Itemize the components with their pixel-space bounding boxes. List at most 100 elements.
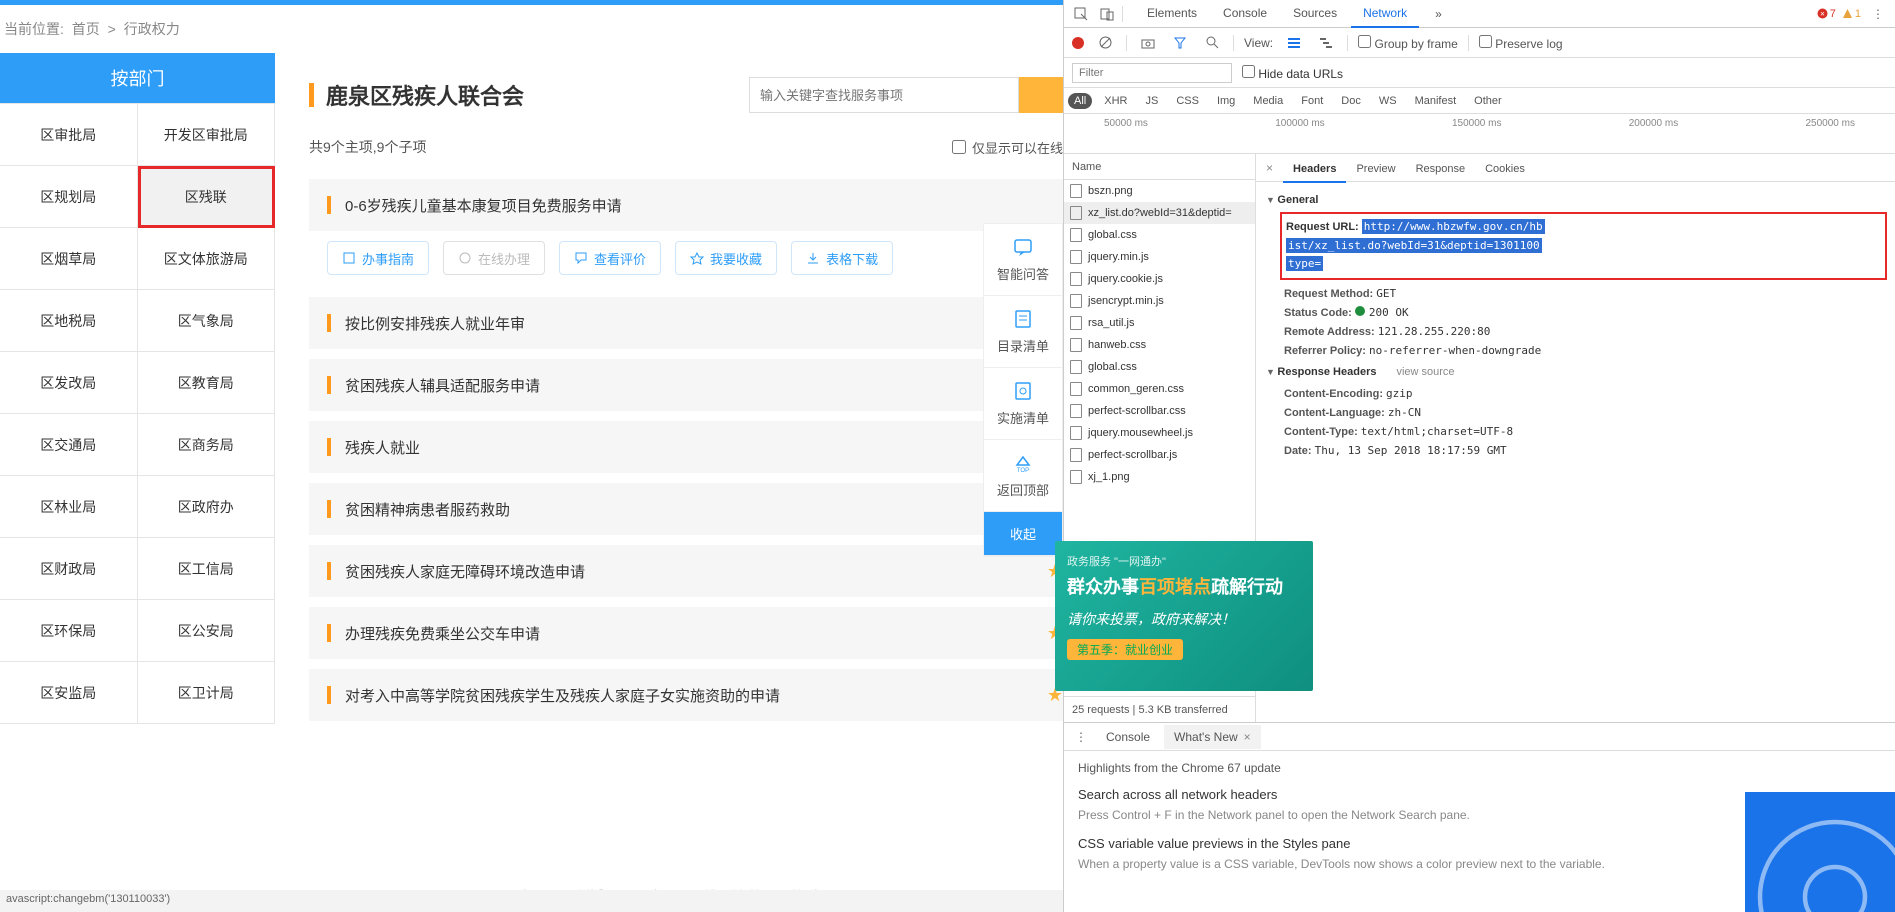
filter-type-all[interactable]: All: [1068, 93, 1092, 109]
response-headers-section[interactable]: Response Headersview source: [1266, 360, 1885, 384]
filter-icon[interactable]: [1169, 32, 1191, 54]
dept-cell[interactable]: 区卫计局: [138, 662, 276, 724]
float-ssqd[interactable]: 实施清单: [984, 368, 1062, 440]
only-online-checkbox[interactable]: [952, 140, 966, 154]
dept-cell[interactable]: 区残联: [138, 166, 276, 228]
dept-cell[interactable]: 区政府办: [138, 476, 276, 538]
devtools-tab-console[interactable]: Console: [1211, 0, 1279, 28]
dept-cell[interactable]: 区安监局: [0, 662, 138, 724]
device-icon[interactable]: [1096, 3, 1118, 25]
detail-tab-preview[interactable]: Preview: [1346, 157, 1405, 181]
general-section[interactable]: General: [1266, 188, 1885, 212]
filter-type-xhr[interactable]: XHR: [1098, 93, 1133, 109]
breadcrumb-home[interactable]: 首页: [72, 21, 100, 37]
service-item[interactable]: 按比例安排残疾人就业年审: [309, 297, 1063, 349]
filter-type-media[interactable]: Media: [1247, 93, 1289, 109]
dept-cell[interactable]: 区教育局: [138, 352, 276, 414]
search-button[interactable]: [1019, 77, 1063, 113]
filter-type-css[interactable]: CSS: [1170, 93, 1205, 109]
filter-type-ws[interactable]: WS: [1373, 93, 1403, 109]
bgxz-button[interactable]: 表格下载: [791, 241, 893, 275]
request-row[interactable]: rsa_util.js: [1064, 312, 1255, 334]
filter-type-other[interactable]: Other: [1468, 93, 1508, 109]
close-detail-icon[interactable]: ×: [1260, 161, 1279, 175]
ckpj-button[interactable]: 查看评价: [559, 241, 661, 275]
dept-cell[interactable]: 区环保局: [0, 600, 138, 662]
devtools-more-tabs[interactable]: »: [1423, 1, 1454, 27]
dept-cell[interactable]: 区财政局: [0, 538, 138, 600]
record-icon[interactable]: [1072, 37, 1084, 49]
detail-tab-headers[interactable]: Headers: [1283, 157, 1346, 183]
request-row[interactable]: perfect-scrollbar.css: [1064, 400, 1255, 422]
detail-tab-cookies[interactable]: Cookies: [1475, 157, 1535, 181]
view-source-link[interactable]: view source: [1396, 366, 1454, 378]
request-row[interactable]: xz_list.do?webId=31&deptid=: [1064, 202, 1255, 224]
devtools-tab-elements[interactable]: Elements: [1135, 0, 1209, 28]
search-icon[interactable]: [1201, 32, 1223, 54]
camera-icon[interactable]: [1137, 32, 1159, 54]
dept-cell[interactable]: 区规划局: [0, 166, 138, 228]
service-item[interactable]: 贫困精神病患者服药救助: [309, 483, 1063, 535]
dept-cell[interactable]: 区审批局: [0, 104, 138, 166]
view-waterfall-icon[interactable]: [1315, 32, 1337, 54]
float-znwd[interactable]: 智能问答: [984, 224, 1062, 296]
request-row[interactable]: common_geren.css: [1064, 378, 1255, 400]
devtools-menu-icon[interactable]: ⋮: [1867, 3, 1889, 25]
reqlist-header-name[interactable]: Name: [1064, 154, 1255, 180]
float-fhdb[interactable]: TOP返回顶部: [984, 440, 1062, 512]
network-filter-input[interactable]: [1072, 63, 1232, 83]
wysc-button[interactable]: 我要收藏: [675, 241, 777, 275]
request-row[interactable]: global.css: [1064, 224, 1255, 246]
request-row[interactable]: bszn.png: [1064, 180, 1255, 202]
view-list-icon[interactable]: [1283, 32, 1305, 54]
dept-cell[interactable]: 开发区审批局: [138, 104, 276, 166]
warning-count[interactable]: 1: [1842, 8, 1861, 20]
dept-cell[interactable]: 区烟草局: [0, 228, 138, 290]
drawer-menu-icon[interactable]: ⋮: [1070, 726, 1092, 748]
service-item[interactable]: 贫困残疾人家庭无障碍环境改造申请★: [309, 545, 1063, 597]
filter-type-img[interactable]: Img: [1211, 93, 1241, 109]
search-input[interactable]: [749, 77, 1019, 113]
clear-icon[interactable]: [1094, 32, 1116, 54]
service-item[interactable]: 残疾人就业: [309, 421, 1063, 473]
request-row[interactable]: xj_1.png: [1064, 466, 1255, 488]
service-item[interactable]: 对考入中高等学院贫困残疾学生及残疾人家庭子女实施资助的申请★: [309, 669, 1063, 721]
dept-cell[interactable]: 区气象局: [138, 290, 276, 352]
close-icon[interactable]: ×: [1244, 730, 1251, 744]
service-item[interactable]: 0-6岁残疾儿童基本康复项目免费服务申请: [309, 179, 1063, 231]
group-by-frame[interactable]: Group by frame: [1358, 35, 1458, 51]
breadcrumb-current[interactable]: 行政权力: [124, 21, 180, 37]
float-mlqd[interactable]: 目录清单: [984, 296, 1062, 368]
dept-cell[interactable]: 区文体旅游局: [138, 228, 276, 290]
detail-tab-response[interactable]: Response: [1406, 157, 1476, 181]
request-row[interactable]: jsencrypt.min.js: [1064, 290, 1255, 312]
drawer-tab-console[interactable]: Console: [1096, 725, 1160, 749]
dept-cell[interactable]: 区发改局: [0, 352, 138, 414]
drawer-tab-whatsnew[interactable]: What's New×: [1164, 725, 1261, 749]
dept-cell[interactable]: 区公安局: [138, 600, 276, 662]
request-row[interactable]: jquery.mousewheel.js: [1064, 422, 1255, 444]
request-row[interactable]: jquery.min.js: [1064, 246, 1255, 268]
hide-data-urls[interactable]: Hide data URLs: [1242, 65, 1343, 81]
preserve-log[interactable]: Preserve log: [1479, 35, 1563, 51]
dept-cell[interactable]: 区工信局: [138, 538, 276, 600]
devtools-tab-sources[interactable]: Sources: [1281, 0, 1349, 28]
float-collapse[interactable]: 收起: [984, 512, 1062, 556]
bszn-button[interactable]: 办事指南: [327, 241, 429, 275]
dept-cell[interactable]: 区交通局: [0, 414, 138, 476]
filter-type-js[interactable]: JS: [1139, 93, 1164, 109]
devtools-tab-network[interactable]: Network: [1351, 0, 1419, 28]
request-row[interactable]: jquery.cookie.js: [1064, 268, 1255, 290]
dept-cell[interactable]: 区林业局: [0, 476, 138, 538]
service-item[interactable]: 贫困残疾人辅具适配服务申请: [309, 359, 1063, 411]
filter-type-font[interactable]: Font: [1295, 93, 1329, 109]
inspect-icon[interactable]: [1070, 3, 1092, 25]
request-row[interactable]: hanweb.css: [1064, 334, 1255, 356]
dept-cell[interactable]: 区商务局: [138, 414, 276, 476]
promo-banner[interactable]: 政务服务 "一网通办" 群众办事百项堵点疏解行动 请你来投票，政府来解决！ 第五…: [1055, 541, 1313, 691]
service-item[interactable]: 办理残疾免费乘坐公交车申请★: [309, 607, 1063, 659]
dept-cell[interactable]: 区地税局: [0, 290, 138, 352]
error-count[interactable]: ×7: [1817, 8, 1836, 20]
filter-type-doc[interactable]: Doc: [1335, 93, 1367, 109]
request-row[interactable]: perfect-scrollbar.js: [1064, 444, 1255, 466]
